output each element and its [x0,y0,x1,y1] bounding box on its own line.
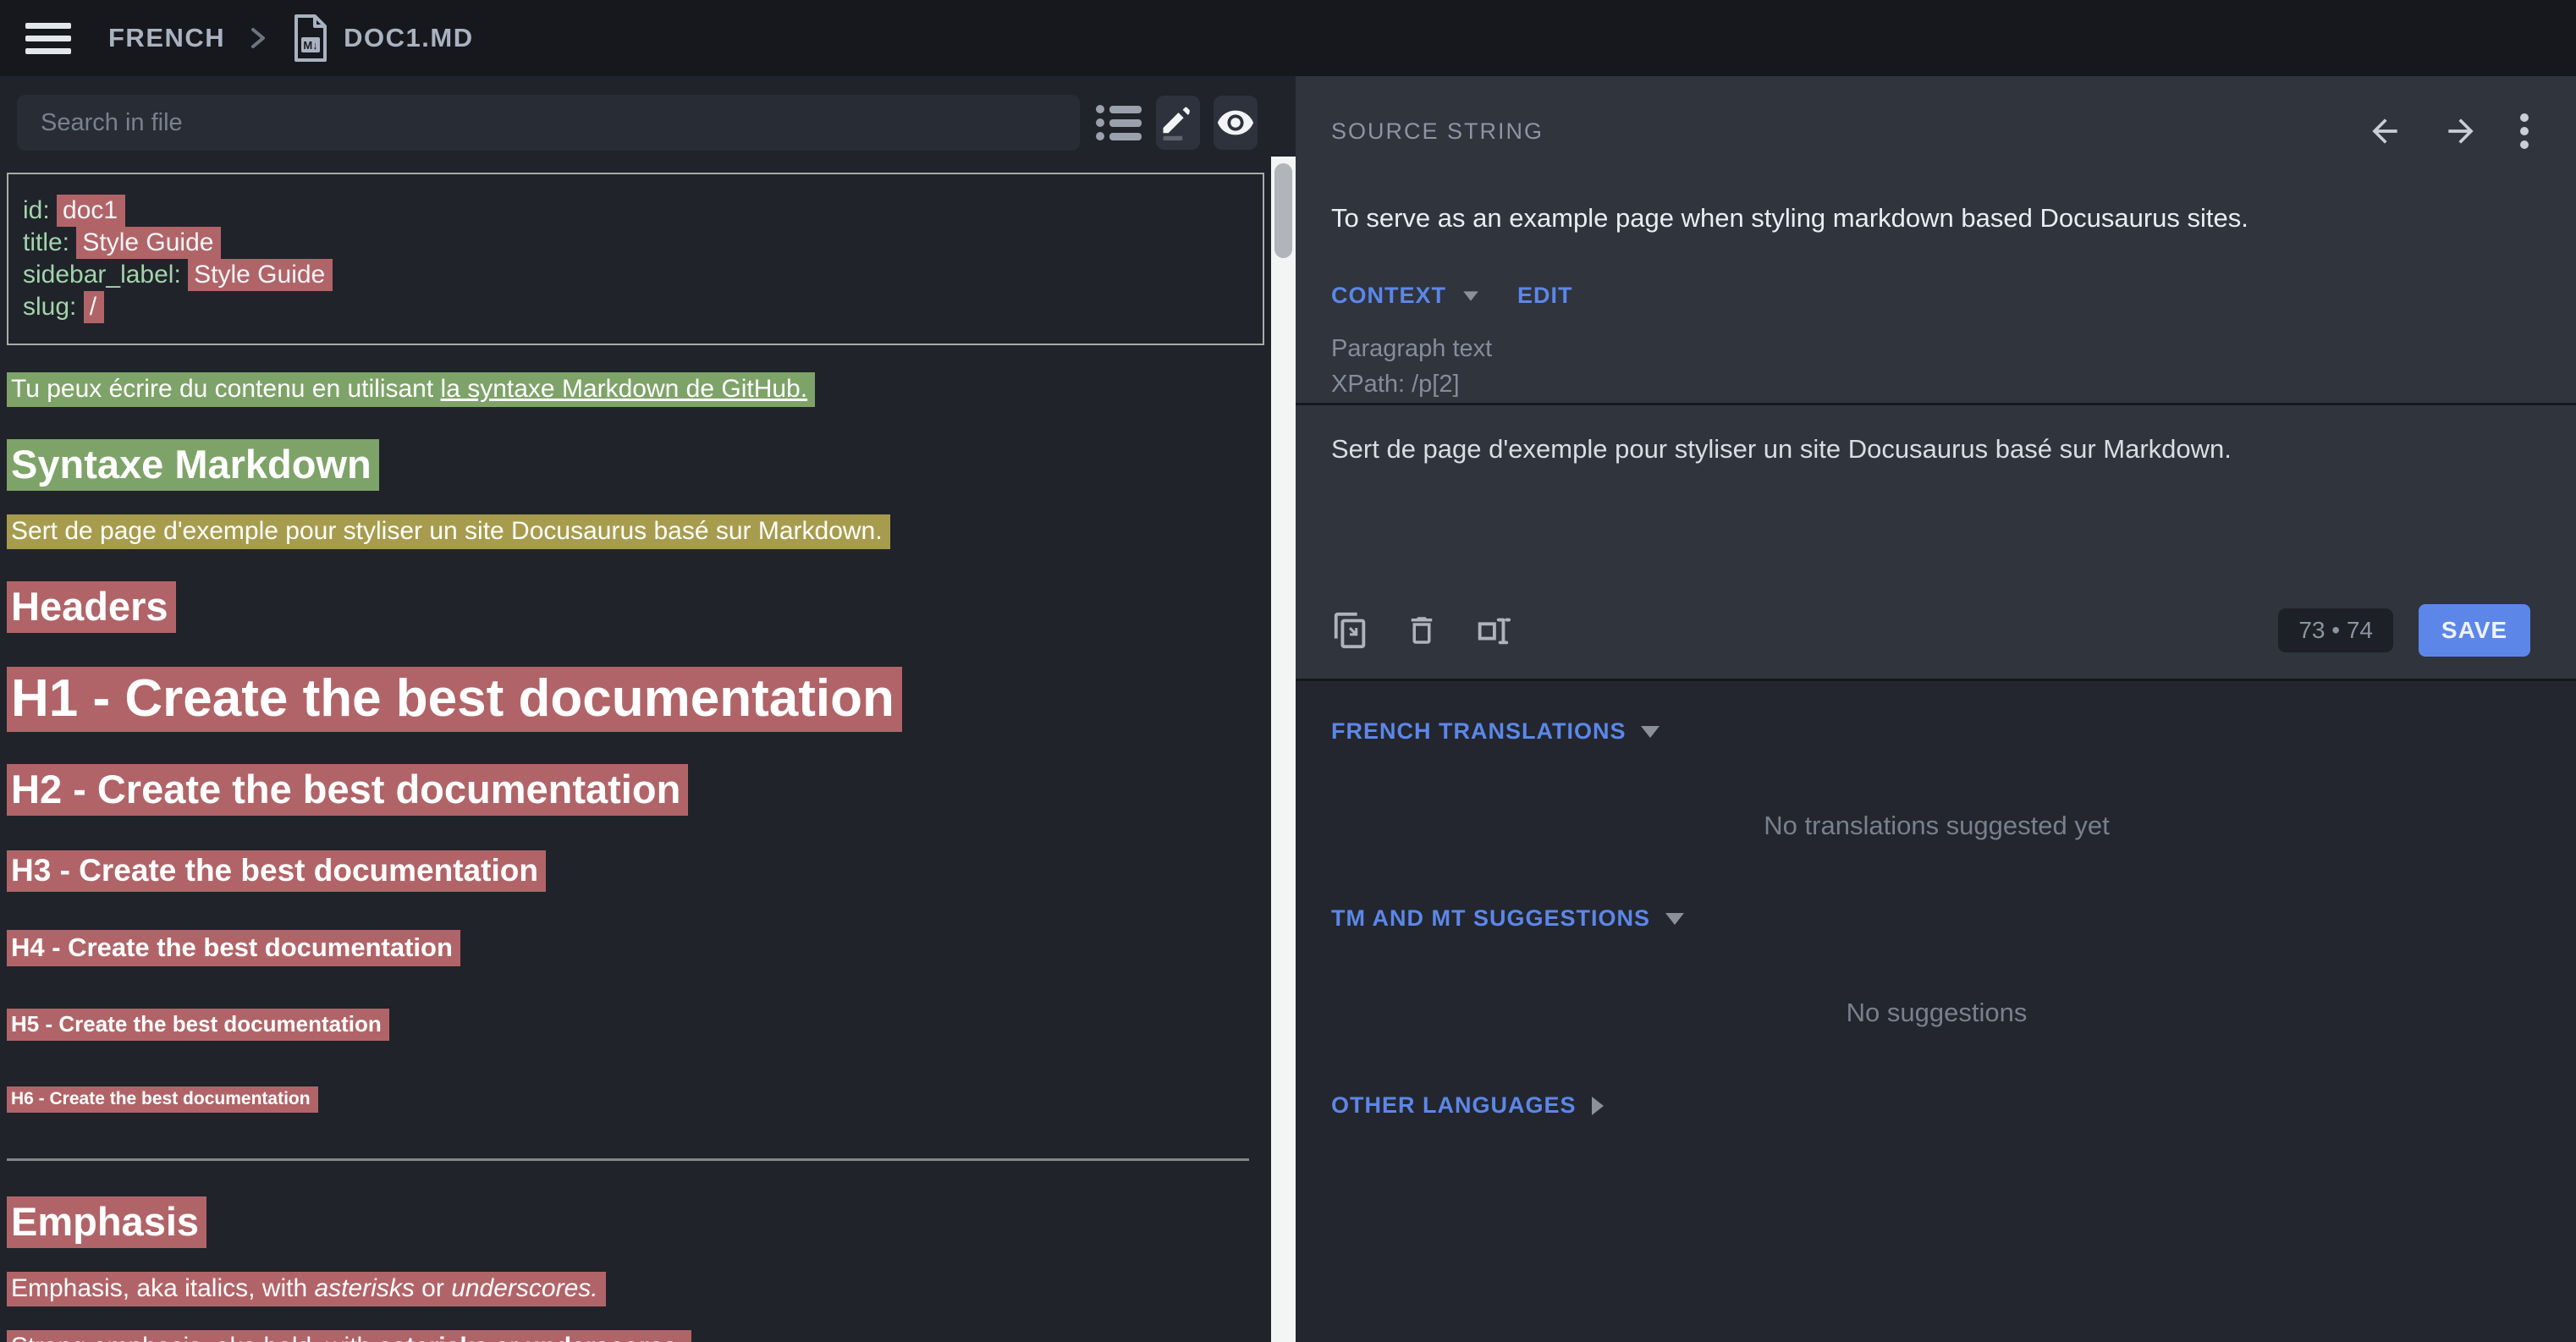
string-h6[interactable]: H6 - Create the best documentation [7,1089,1264,1109]
string-h2[interactable]: Emphasis [7,1198,1264,1245]
string-p[interactable]: Strong emphasis, aka bold, with asterisk… [7,1333,1264,1342]
string-h5[interactable]: H5 - Create the best documentation [7,1011,1264,1037]
tm-mt-suggestions-header[interactable]: TM AND MT SUGGESTIONS [1331,905,2542,932]
expand-icon [1592,1097,1604,1115]
string-h2[interactable]: Syntaxe Markdown [7,441,1264,487]
file-preview-panel: id: doc1title: Style Guidesidebar_label:… [0,76,1271,1342]
other-languages-header[interactable]: OTHER LANGUAGES [1331,1092,2542,1119]
source-string-text: To serve as an example page when styling… [1331,203,2542,234]
translation-toolbar: 73 • 74 SAVE [1331,604,2542,679]
chevron-right-icon [247,22,269,54]
more-options-kebab-icon[interactable] [2518,112,2530,151]
text-cursor-icon[interactable] [1473,611,1512,650]
string-h2[interactable]: Headers [7,583,1264,630]
string-h3[interactable]: H3 - Create the best documentation [7,853,1264,888]
translation-textarea[interactable]: Sert de page d'exemple pour styliser un … [1331,434,2542,604]
character-counter: 73 • 74 [2278,608,2393,652]
copy-source-icon[interactable] [1331,611,1370,650]
delete-translation-icon[interactable] [1404,611,1439,650]
edit-mode-button[interactable] [1156,96,1200,150]
breadcrumb: FRENCH M↓ DOC1.MD [108,14,474,63]
frontmatter-line[interactable]: slug: / [23,291,1248,323]
other-languages-label: OTHER LANGUAGES [1331,1092,1577,1119]
scroll-column [1271,76,1296,1342]
french-translations-header[interactable]: FRENCH TRANSLATIONS [1331,718,2542,745]
context-toggle[interactable]: CONTEXT [1331,283,1446,309]
save-button[interactable]: SAVE [2419,604,2530,657]
frontmatter-line[interactable]: sidebar_label: Style Guide [23,259,1248,291]
string-p[interactable]: Emphasis, aka italics, with asterisks or… [7,1274,1264,1303]
collapse-icon [1641,726,1660,738]
svg-text:M↓: M↓ [304,39,318,52]
suggestions-section: FRENCH TRANSLATIONS No translations sugg… [1296,681,2576,1342]
string-h2[interactable]: H2 - Create the best documentation [7,766,1264,812]
frontmatter-line[interactable]: title: Style Guide [23,227,1248,259]
collapse-icon [1665,913,1684,925]
french-translations-label: FRENCH TRANSLATIONS [1331,718,1626,745]
markdown-file-icon: M↓ [291,14,330,63]
string-p[interactable]: Tu peux écrire du contenu en utilisant l… [7,375,1264,404]
translation-input-section: Sert de page d'exemple pour styliser un … [1296,405,2576,679]
document-preview: id: doc1title: Style Guidesidebar_label:… [0,169,1271,1342]
source-string-label: SOURCE STRING [1331,118,1544,145]
preview-mode-eye-icon[interactable] [1214,96,1258,150]
frontmatter-line[interactable]: id: doc1 [23,195,1248,227]
breadcrumb-project[interactable]: FRENCH [108,23,225,53]
next-string-icon[interactable] [2442,113,2480,150]
strings-list-icon[interactable] [1095,101,1142,145]
scrollbar-thumb[interactable] [1274,163,1292,258]
context-type: Paragraph text [1331,331,2542,366]
string-p[interactable]: Sert de page d'exemple pour styliser un … [7,517,1264,546]
topbar: FRENCH M↓ DOC1.MD [0,0,2576,76]
horizontal-rule [7,1158,1249,1161]
translation-editor: FRENCH M↓ DOC1.MD [0,0,2576,1342]
string-h1[interactable]: H1 - Create the best documentation [7,668,1264,729]
previous-string-icon[interactable] [2366,113,2403,150]
context-collapse-icon[interactable] [1463,291,1478,300]
tm-mt-suggestions-label: TM AND MT SUGGESTIONS [1331,905,1650,932]
breadcrumb-file[interactable]: DOC1.MD [344,23,473,53]
translation-panel: SOURCE STRING [1296,76,2576,1342]
tm-empty-message: No suggestions [1331,998,2542,1028]
edit-context-link[interactable]: EDIT [1517,283,1573,309]
scrollbar[interactable] [1271,157,1296,1342]
context-xpath: XPath: /p[2] [1331,366,2542,402]
source-string-section: SOURCE STRING [1296,76,2576,403]
translations-empty-message: No translations suggested yet [1331,811,2542,841]
frontmatter-block: id: doc1title: Style Guidesidebar_label:… [7,173,1264,345]
search-row [0,76,1271,169]
string-h4[interactable]: H4 - Create the best documentation [7,932,1264,963]
menu-icon[interactable] [25,16,71,61]
search-input[interactable] [17,95,1080,151]
